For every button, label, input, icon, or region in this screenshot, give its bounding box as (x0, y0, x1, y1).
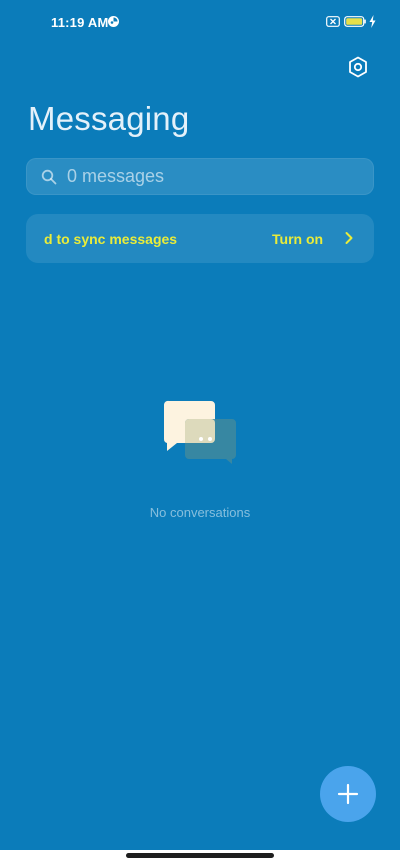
vpn-key-icon (108, 16, 119, 27)
no-sim-icon (326, 16, 340, 27)
turn-on-button[interactable]: Turn on (272, 231, 324, 247)
settings-button[interactable] (344, 53, 372, 81)
sync-message: d to sync messages (44, 231, 178, 247)
search-placeholder: 0 messages (67, 166, 165, 186)
settings-icon (349, 56, 367, 78)
empty-state-text: No conversations (149, 505, 251, 520)
search-input[interactable]: 0 messages (26, 158, 374, 195)
charging-bolt-icon (369, 15, 376, 28)
chevron-right-icon (345, 232, 353, 244)
status-time: 11:19 AM (51, 15, 109, 30)
sync-banner[interactable]: d to sync messages Turn on (26, 214, 374, 263)
search-icon (41, 169, 57, 185)
battery-icon (344, 16, 366, 27)
new-conversation-button[interactable] (320, 766, 376, 822)
page-title: Messaging (28, 100, 190, 137)
plus-icon (337, 783, 359, 805)
chat-bubbles-icon (163, 400, 236, 464)
status-bar: 11:19 AM (0, 0, 400, 44)
home-indicator[interactable] (126, 853, 274, 858)
